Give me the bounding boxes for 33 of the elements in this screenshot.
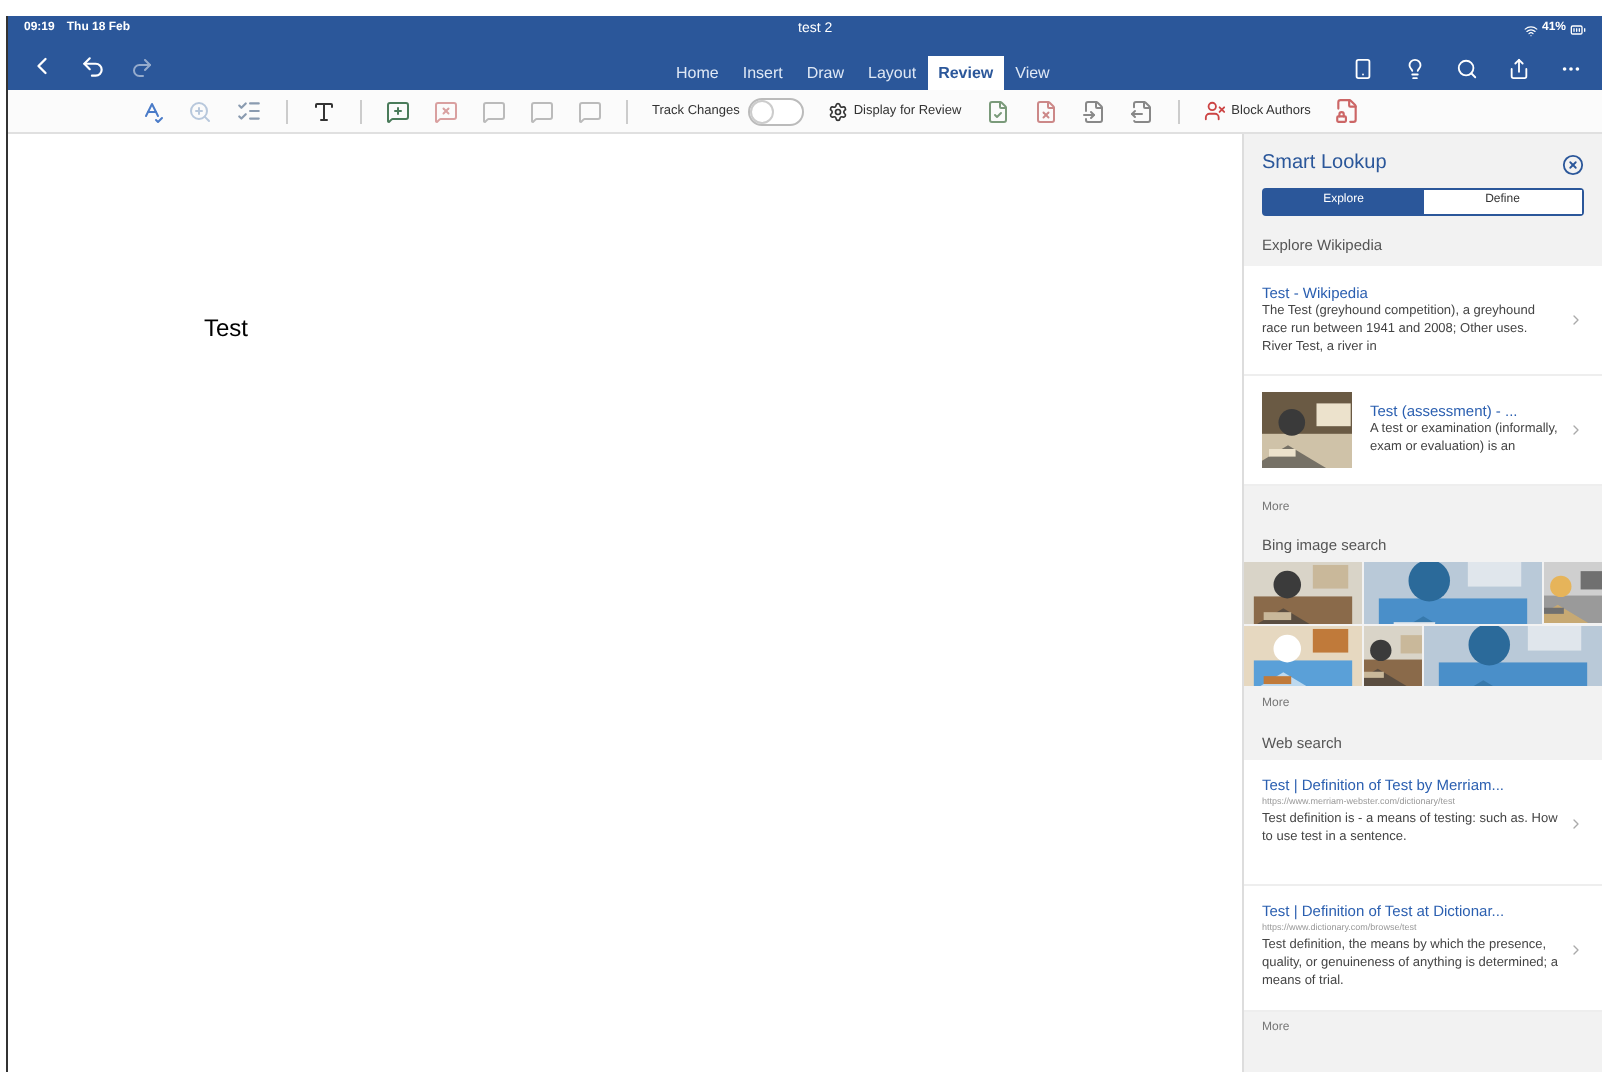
battery-icon xyxy=(1570,22,1586,38)
restrict-editing-icon[interactable] xyxy=(1334,98,1361,124)
lightbulb-icon[interactable] xyxy=(1404,58,1426,80)
gear-icon[interactable] xyxy=(827,101,848,121)
ribbon-tab[interactable]: Review xyxy=(928,56,1004,90)
chevron-icon xyxy=(1568,816,1584,833)
chevron-icon xyxy=(1568,421,1584,438)
track-changes-toggle[interactable] xyxy=(747,97,804,125)
blocked-user-icon[interactable] xyxy=(1203,100,1226,122)
delete-comment-icon[interactable] xyxy=(434,99,458,123)
phone-icon[interactable] xyxy=(1352,58,1374,80)
new-comment-icon[interactable] xyxy=(386,99,410,123)
ribbon-tab[interactable]: View xyxy=(1003,56,1062,90)
ribbon-tab[interactable]: Insert xyxy=(730,56,795,90)
undo-icon[interactable] xyxy=(80,54,106,80)
ribbon-tab[interactable]: Home xyxy=(664,56,731,90)
previous-change-icon[interactable] xyxy=(1081,99,1106,123)
chevron-icon xyxy=(1568,942,1584,959)
ribbon-tab[interactable]: Draw xyxy=(794,56,857,90)
pane-title: Smart Lookup xyxy=(1262,152,1387,176)
wifi-icon xyxy=(1523,23,1538,37)
chevron-icon xyxy=(1568,311,1584,328)
accept-icon[interactable] xyxy=(985,99,1010,123)
search-icon[interactable] xyxy=(1456,58,1478,80)
word-count-icon[interactable] xyxy=(236,98,262,124)
share-icon[interactable] xyxy=(1508,58,1530,80)
ribbon-tab[interactable]: Layout xyxy=(856,56,929,90)
document-text: Test xyxy=(204,314,249,342)
close-icon[interactable] xyxy=(1562,153,1584,175)
next-change-icon[interactable] xyxy=(1129,99,1154,123)
spelling-icon[interactable] xyxy=(140,99,164,123)
font-size-icon[interactable] xyxy=(312,99,336,123)
reject-icon[interactable] xyxy=(1033,99,1058,123)
